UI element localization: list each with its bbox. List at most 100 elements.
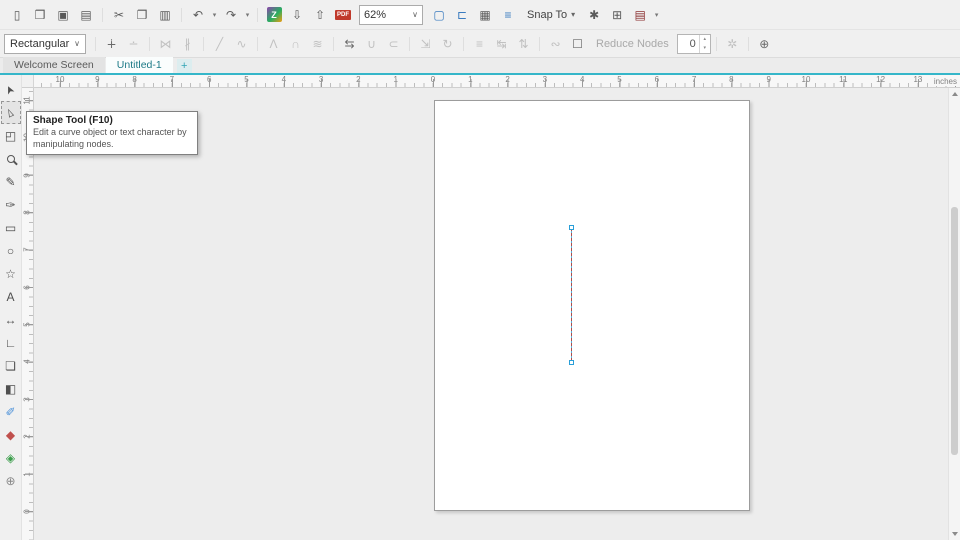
rectangle-tool[interactable]: ▭	[1, 216, 21, 239]
elastic-mode-icon[interactable]: ∾	[545, 33, 566, 54]
new-tab-button[interactable]: +	[176, 59, 192, 73]
save-icon[interactable]: ▣	[52, 4, 74, 26]
ellipse-tool[interactable]: ○	[1, 239, 21, 262]
delete-nodes-icon[interactable]: ∸	[123, 33, 144, 54]
convert-to-curve-icon[interactable]: ∿	[231, 33, 252, 54]
snap-to-dropdown[interactable]: Snap To ▾	[520, 4, 582, 26]
scroll-down-icon[interactable]	[949, 528, 960, 540]
crop-tool[interactable]: ◰	[1, 124, 21, 147]
import-icon[interactable]: ⇩	[286, 4, 308, 26]
ruler-number: 12	[876, 75, 886, 84]
smooth-node-icon[interactable]: ∩	[285, 33, 306, 54]
align-nodes-icon[interactable]: ≡	[469, 33, 490, 54]
curve-smoothness-spinner[interactable]: 0 ▴ ▾	[676, 33, 711, 54]
zoom-level-combo[interactable]: 62% ∨	[359, 4, 423, 25]
spinner-up-icon[interactable]: ▴	[700, 35, 710, 44]
artistic-media-tool[interactable]: ✑	[1, 193, 21, 216]
export-icon[interactable]: ⇧	[309, 4, 331, 26]
horizontal-ruler[interactable]: inches 10 9 8 7 6 5 4 3 2 1 0 1 2 3 4 5 6 7 8 9 10 11 12 13	[34, 75, 960, 88]
drop-shadow-tool[interactable]: ❏	[1, 354, 21, 377]
curve-node-top[interactable]	[569, 225, 574, 230]
polygon-tool-glyph: ☆	[5, 266, 16, 281]
reflect-vertical-icon[interactable]: ⇅	[513, 33, 534, 54]
spinner-steppers[interactable]: ▴ ▾	[698, 34, 710, 53]
search-content-icon[interactable]: Z	[263, 4, 285, 26]
cusp-node-icon[interactable]: Λ	[263, 33, 284, 54]
toolbar-separator	[253, 33, 262, 55]
cut-icon[interactable]: ✂	[108, 4, 130, 26]
scrollbar-thumb[interactable]	[951, 207, 958, 455]
tooltip: Shape Tool (F10) Edit a curve object or …	[26, 111, 198, 156]
select-all-nodes-icon[interactable]: ☐	[567, 33, 588, 54]
interactive-fill-tool[interactable]: ◆	[1, 423, 21, 446]
show-rulers-icon[interactable]: ⊏	[451, 4, 473, 26]
parallel-dimension-tool[interactable]: ↔	[1, 308, 21, 331]
polygon-tool[interactable]: ☆	[1, 262, 21, 285]
spinner-down-icon[interactable]: ▾	[700, 44, 710, 53]
selection-mode-combo[interactable]: Rectangular ∨	[4, 33, 86, 54]
publish-to-pdf-icon[interactable]: PDF	[332, 4, 354, 26]
close-curve-icon[interactable]: ∪	[361, 33, 382, 54]
open-document-icon[interactable]: ❒	[29, 4, 51, 26]
more-options-icon[interactable]: ⊕	[754, 33, 775, 54]
toolbar-separator	[91, 33, 100, 55]
connector-tool[interactable]: ∟	[1, 331, 21, 354]
text-tool[interactable]: A	[1, 285, 21, 308]
reflect-horizontal-icon[interactable]: ↹	[491, 33, 512, 54]
join-nodes-icon[interactable]: ⋈	[155, 33, 176, 54]
symmetrical-node-icon[interactable]: ≋	[307, 33, 328, 54]
rotate-skew-nodes-icon[interactable]: ↻	[437, 33, 458, 54]
show-grid-icon[interactable]: ▦	[474, 4, 496, 26]
extract-subpath-icon[interactable]: ⊂	[383, 33, 404, 54]
shape-tool[interactable]: ▻	[0, 101, 21, 124]
reverse-direction-icon[interactable]: ⇆	[339, 33, 360, 54]
property-bar: Rectangular ∨ ∔ ∸ ⋈ ∦ ╱ ∿ Λ ∩ ≋ ⇆ ∪ ⊂ ⇲ ↻ ≡ ↹ ⇅ ∾ ☐ Reduce No…	[0, 29, 960, 57]
redo-icon[interactable]: ↷	[220, 4, 242, 26]
curve-smoothness-icon[interactable]: ✲	[722, 33, 743, 54]
zoom-tool[interactable]	[1, 147, 21, 170]
canvas-area[interactable]	[34, 88, 948, 540]
toolbar-separator	[712, 33, 721, 55]
tab-welcome-screen[interactable]: Welcome Screen	[3, 57, 105, 73]
undo-icon[interactable]: ↶	[187, 4, 209, 26]
pick-tool[interactable]: ➤	[1, 78, 21, 101]
toolbar-separator	[744, 33, 753, 55]
color-eyedropper-tool[interactable]: ✐	[1, 400, 21, 423]
break-curve-icon[interactable]: ∦	[177, 33, 198, 54]
ruler-number: 2	[22, 434, 32, 439]
options-icon[interactable]: ✱	[583, 4, 605, 26]
tab-untitled-1[interactable]: Untitled-1	[105, 57, 173, 73]
convert-to-line-icon[interactable]: ╱	[209, 33, 230, 54]
drawn-curve[interactable]	[571, 228, 572, 363]
add-nodes-icon[interactable]: ∔	[101, 33, 122, 54]
ruler-number: 6	[654, 75, 660, 84]
ruler-number: 4	[22, 359, 32, 365]
redo-dropdown-icon[interactable]: ▾	[243, 4, 252, 26]
ruler-origin-button[interactable]	[22, 75, 34, 88]
ruler-number: 9	[95, 75, 100, 84]
freehand-tool[interactable]: ✎	[1, 170, 21, 193]
chevron-down-icon: ▾	[571, 10, 576, 19]
vertical-ruler[interactable]: 11109876543210	[22, 88, 34, 540]
add-tools-button[interactable]: ⊕	[1, 469, 21, 492]
full-screen-preview-icon[interactable]: ▢	[428, 4, 450, 26]
print-icon[interactable]: ▤	[75, 4, 97, 26]
vertical-scrollbar[interactable]	[948, 88, 960, 540]
document-page[interactable]	[434, 100, 750, 511]
ruler-number: 0	[22, 509, 32, 514]
paste-icon[interactable]: ▥	[154, 4, 176, 26]
curve-node-bottom[interactable]	[569, 360, 574, 365]
show-guidelines-icon[interactable]: ≡	[497, 4, 519, 26]
application-launcher-icon[interactable]: ⊞	[606, 4, 628, 26]
ruler-number: 0	[430, 75, 436, 84]
scroll-up-icon[interactable]	[949, 88, 960, 100]
undo-dropdown-icon[interactable]: ▾	[210, 4, 219, 26]
transparency-tool[interactable]: ◧	[1, 377, 21, 400]
workspace-icon[interactable]: ▤	[629, 4, 651, 26]
workspace-dropdown-icon[interactable]: ▾	[652, 4, 661, 26]
smart-fill-tool[interactable]: ◈	[1, 446, 21, 469]
new-document-icon[interactable]: ▯	[6, 4, 28, 26]
copy-icon[interactable]: ❐	[131, 4, 153, 26]
drop-shadow-tool-glyph: ❏	[5, 358, 16, 373]
stretch-nodes-icon[interactable]: ⇲	[415, 33, 436, 54]
